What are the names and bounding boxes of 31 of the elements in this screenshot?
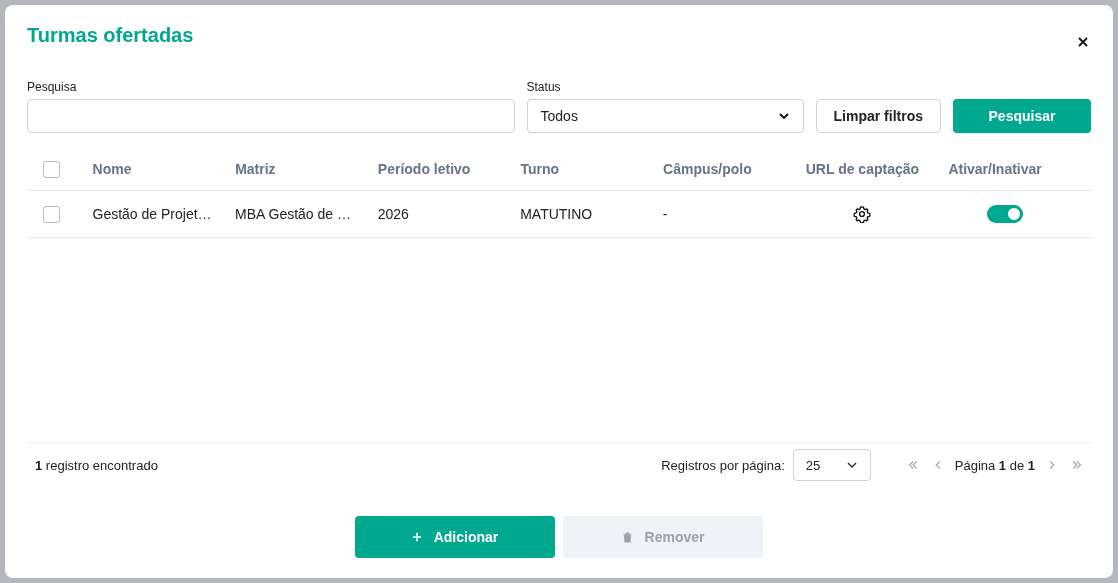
modal-title: Turmas ofertadas — [27, 23, 194, 47]
search-field[interactable] — [27, 99, 515, 133]
settings-icon[interactable] — [852, 205, 871, 223]
column-header: Turno — [520, 161, 561, 177]
column-header: Ativar/Inativar — [948, 161, 1043, 177]
toggle-switch[interactable] — [986, 205, 1023, 223]
status-dropdown[interactable]: Todos — [526, 99, 804, 133]
column-header: Câmpus/polo — [663, 161, 753, 177]
close-icon[interactable] — [1077, 36, 1089, 48]
column-header: Nome — [92, 161, 133, 177]
chevron-down-icon — [845, 459, 858, 471]
page-indicator: Página 1 de 1 — [954, 457, 1035, 473]
per-page-label: Registros por página: — [661, 457, 785, 473]
table-cell-text: MBA Gestão de … — [235, 206, 352, 222]
per-page-dropdown[interactable]: 25 — [792, 449, 871, 481]
plus-icon — [411, 532, 422, 542]
field-label: Status — [526, 80, 562, 94]
trash-icon — [621, 531, 633, 543]
row-checkbox[interactable] — [43, 205, 60, 223]
select-all-checkbox[interactable] — [43, 160, 60, 178]
table-cell-text: 2026 — [377, 206, 410, 222]
field-label: Pesquisa — [27, 80, 78, 94]
table-cell-text: - — [662, 206, 669, 222]
record-count: 1 registro encontrado — [35, 457, 158, 473]
table-cell-text: MATUTINO — [520, 206, 594, 222]
table-cell-text: Gestão de Projet… — [92, 206, 213, 222]
chevron-down-icon — [777, 110, 790, 122]
clear-filters-button[interactable]: Limpar filtros — [815, 99, 941, 133]
column-header: Matriz — [235, 161, 277, 177]
column-header: Período letivo — [377, 161, 472, 177]
column-header: URL de captação — [805, 161, 921, 177]
